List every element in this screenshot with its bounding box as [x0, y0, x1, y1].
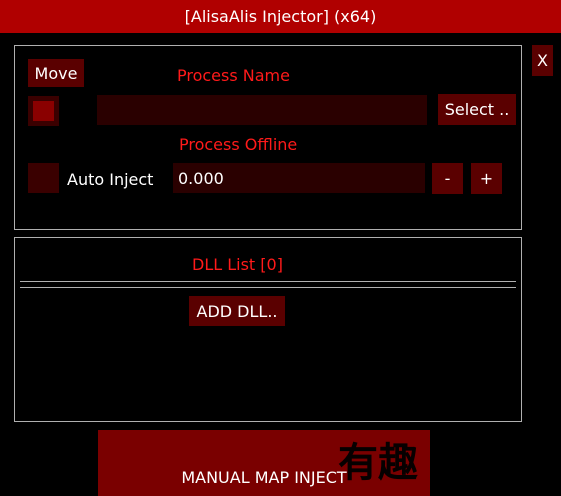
- increment-button[interactable]: +: [471, 163, 502, 194]
- close-button[interactable]: X: [532, 45, 553, 76]
- manual-map-inject-label: MANUAL MAP INJECT: [181, 468, 347, 487]
- process-name-input[interactable]: [97, 95, 427, 125]
- decrement-button[interactable]: -: [432, 163, 463, 194]
- auto-inject-label: Auto Inject: [67, 170, 154, 189]
- dll-divider-top: [20, 281, 516, 282]
- process-panel: Move Process Name Select .. Process Offl…: [14, 45, 522, 230]
- process-checkbox[interactable]: [28, 96, 59, 126]
- process-offline-heading: Process Offline: [179, 135, 298, 154]
- dll-panel: DLL List [0] ADD DLL..: [14, 237, 522, 422]
- auto-inject-checkbox[interactable]: [28, 163, 59, 193]
- dll-list-heading: DLL List [0]: [192, 255, 283, 274]
- process-checkbox-mark: [33, 101, 54, 121]
- select-process-button[interactable]: Select ..: [438, 94, 516, 125]
- window-title: [AlisaAlis Injector] (x64): [184, 7, 377, 26]
- process-name-heading: Process Name: [177, 66, 290, 85]
- manual-map-inject-button[interactable]: MANUAL MAP INJECT: [98, 430, 430, 496]
- add-dll-button[interactable]: ADD DLL..: [189, 296, 285, 326]
- dll-divider-bottom: [20, 287, 516, 288]
- window-titlebar[interactable]: [AlisaAlis Injector] (x64): [0, 0, 561, 33]
- inject-delay-input[interactable]: 0.000: [173, 163, 425, 193]
- move-button[interactable]: Move: [28, 59, 84, 87]
